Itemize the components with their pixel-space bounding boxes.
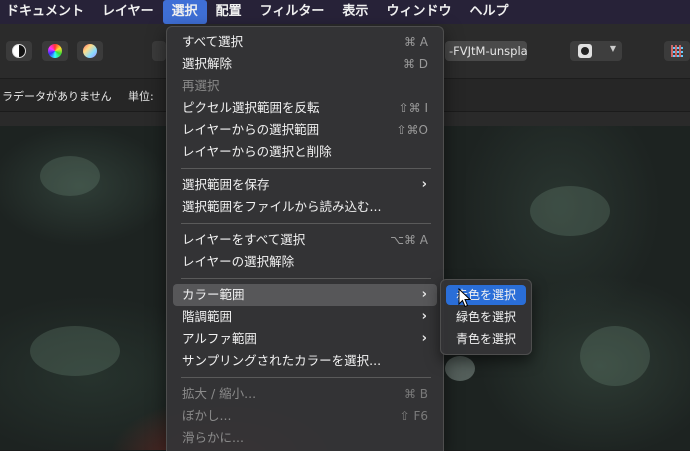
- toolbar-extra-button[interactable]: [152, 41, 166, 61]
- brush-shape-popup[interactable]: ▼: [570, 41, 622, 61]
- menu-filter[interactable]: フィルター: [251, 0, 334, 24]
- menu-view[interactable]: 表示: [333, 0, 377, 24]
- menu-item-smooth[interactable]: 滑らかに...: [173, 427, 437, 449]
- chevron-right-icon: ›: [421, 309, 427, 324]
- menu-item-grow-shrink[interactable]: 拡大 / 縮小... ⌘ B: [173, 383, 437, 405]
- document-name-field[interactable]: -FVJtM-unspla: [445, 41, 527, 61]
- chevron-down-icon: ▼: [609, 44, 616, 53]
- menu-item-save-selection[interactable]: 選択範囲を保存 ›: [173, 174, 437, 196]
- menu-item-invert-pixel-selection[interactable]: ピクセル選択範囲を反転 ⇧⌘ I: [173, 97, 437, 119]
- menu-item-select-all-layers[interactable]: レイヤーをすべて選択 ⌥⌘ A: [173, 229, 437, 251]
- chevron-right-icon: ›: [421, 177, 427, 192]
- menu-document[interactable]: ドキュメント: [0, 0, 93, 24]
- menu-item-tonal-range[interactable]: 階調範囲 ›: [173, 306, 437, 328]
- menu-item-selection-from-layer[interactable]: レイヤーからの選択範囲 ⇧⌘O: [173, 119, 437, 141]
- menu-item-deselect-layers[interactable]: レイヤーの選択解除: [173, 251, 437, 273]
- brush-shape-icon: [578, 44, 592, 58]
- menu-help[interactable]: ヘルプ: [460, 0, 517, 24]
- chevron-right-icon: ›: [421, 331, 427, 346]
- unit-label: 単位:: [128, 90, 154, 103]
- contrast-icon: [12, 44, 26, 58]
- menu-item-feather[interactable]: ぼかし... ⇧ F6: [173, 405, 437, 427]
- grid-icon: [671, 45, 683, 57]
- menu-item-load-selection-from-file[interactable]: 選択範囲をファイルから読み込む...: [173, 196, 437, 218]
- select-menu-dropdown: すべて選択 ⌘ A 選択解除 ⌘ D 再選択 ピクセル選択範囲を反転 ⇧⌘ I …: [166, 26, 444, 451]
- menu-separator: [181, 223, 431, 224]
- menu-select[interactable]: 選択: [162, 0, 207, 24]
- grid-tool-button[interactable]: [664, 41, 690, 61]
- half-circle-tool-button[interactable]: [6, 41, 32, 61]
- menu-arrange[interactable]: 配置: [207, 0, 251, 24]
- menu-separator: [181, 377, 431, 378]
- menu-item-reselect[interactable]: 再選択: [173, 75, 437, 97]
- menu-item-deselect[interactable]: 選択解除 ⌘ D: [173, 53, 437, 75]
- mouse-pointer-icon: [458, 288, 472, 308]
- menu-item-select-sampled-color[interactable]: サンプリングされたカラーを選択...: [173, 350, 437, 372]
- color-range-submenu: 赤色を選択 緑色を選択 青色を選択: [440, 279, 532, 355]
- menu-separator: [181, 278, 431, 279]
- menu-item-alpha-range[interactable]: アルファ範囲 ›: [173, 328, 437, 350]
- chevron-right-icon: ›: [421, 287, 427, 302]
- color-wheel-icon: [48, 44, 62, 58]
- menu-layer[interactable]: レイヤー: [93, 0, 163, 24]
- submenu-item-select-green[interactable]: 緑色を選択: [446, 307, 526, 327]
- color-wheel-tool-button[interactable]: [42, 41, 68, 61]
- menu-item-select-and-delete-from-layer[interactable]: レイヤーからの選択と削除: [173, 141, 437, 163]
- menu-window[interactable]: ウィンドウ: [377, 0, 460, 24]
- metadata-status-text: ラデータがありません: [2, 90, 112, 103]
- submenu-item-select-blue[interactable]: 青色を選択: [446, 329, 526, 349]
- menu-separator: [181, 168, 431, 169]
- menu-bar: ドキュメント レイヤー 選択 配置 フィルター 表示 ウィンドウ ヘルプ: [0, 0, 690, 24]
- menu-item-color-range[interactable]: カラー範囲 ›: [173, 284, 437, 306]
- gradient-icon: [83, 44, 97, 58]
- gradient-tool-button[interactable]: [77, 41, 103, 61]
- menu-item-select-all[interactable]: すべて選択 ⌘ A: [173, 31, 437, 53]
